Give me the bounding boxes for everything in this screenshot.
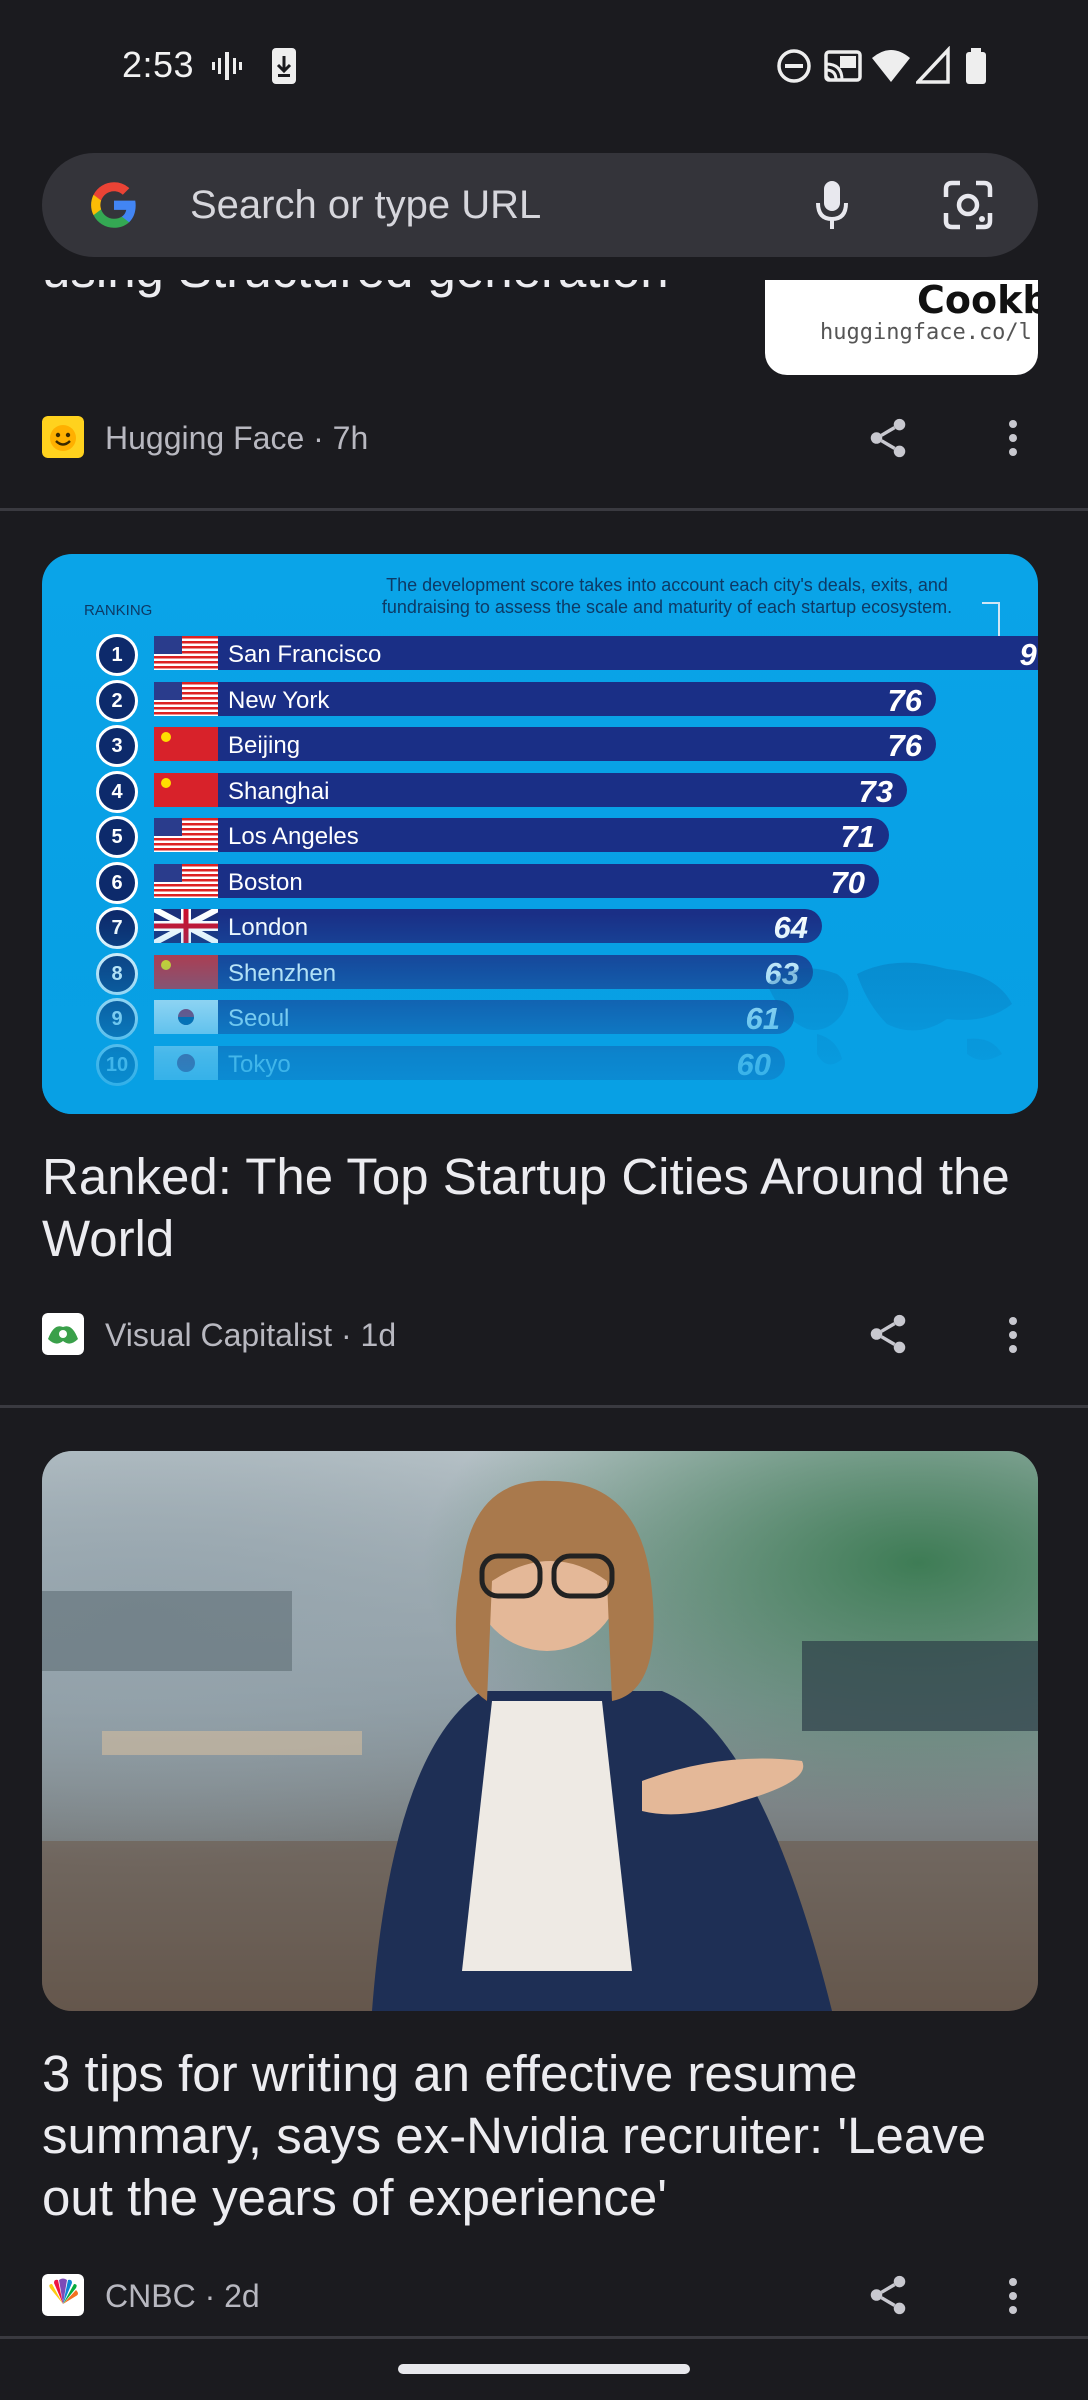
- score-bar: Shanghai 73: [218, 772, 907, 809]
- divider: [0, 1405, 1088, 1408]
- us-flag-icon: [154, 863, 218, 898]
- download-phone-icon: [272, 48, 296, 84]
- score-bar: Los Angeles 71: [218, 818, 889, 854]
- more-options-icon[interactable]: [1007, 1315, 1019, 1355]
- vibrate-icon: [212, 52, 242, 80]
- ranking-label: RANKING: [84, 602, 153, 619]
- article-thumbnail[interactable]: Cookb huggingface.co/l: [765, 280, 1038, 375]
- city-name: New York: [228, 686, 330, 714]
- score-bar: San Francisco 90: [218, 636, 1038, 672]
- article-image[interactable]: The development score takes into account…: [42, 554, 1038, 1114]
- woman-gesturing-illustration: [42, 1480, 1038, 2011]
- share-icon[interactable]: [865, 2272, 911, 2318]
- share-icon[interactable]: [865, 415, 911, 461]
- article-source: Visual Capitalist · 1d: [105, 1317, 397, 1353]
- hugging-face-favicon-icon: [42, 416, 84, 458]
- rank-number: 4: [96, 770, 138, 813]
- score-value: 90: [1019, 637, 1038, 672]
- google-logo-icon: [91, 182, 136, 228]
- us-flag-icon: [154, 681, 218, 716]
- article-image[interactable]: [42, 1451, 1038, 2011]
- score-value: 76: [887, 682, 922, 718]
- us-flag-icon: [154, 636, 218, 670]
- score-bar: Boston 70: [218, 863, 879, 900]
- status-bar: 2:53: [0, 0, 1088, 135]
- rank-number: 1: [96, 634, 138, 676]
- rank-number: 3: [96, 725, 138, 767]
- do-not-disturb-icon: [777, 49, 811, 83]
- city-name: Boston: [228, 868, 303, 896]
- score-value: 76: [887, 728, 922, 763]
- image-fade: [42, 914, 1038, 1114]
- home-indicator[interactable]: [398, 2364, 690, 2374]
- article-source: CNBC · 2d: [105, 2278, 260, 2314]
- status-time: 2:53: [122, 44, 195, 85]
- more-options-icon[interactable]: [1007, 418, 1019, 458]
- score-value: 73: [858, 773, 893, 809]
- thumbnail-url: huggingface.co/l: [820, 320, 1032, 345]
- wifi-icon: [872, 50, 910, 82]
- score-bar: New York 76: [218, 681, 936, 718]
- city-name: Los Angeles: [228, 823, 359, 850]
- article-title[interactable]: Ranked: The Top Startup Cities Around th…: [42, 1146, 1052, 1270]
- city-name: Beijing: [228, 732, 301, 759]
- cast-icon: [824, 50, 862, 82]
- microphone-icon[interactable]: [812, 177, 852, 233]
- divider: [0, 508, 1088, 511]
- score-bar: Beijing 76: [218, 727, 936, 763]
- visual-capitalist-favicon-icon: [42, 1313, 84, 1355]
- search-input[interactable]: Search or type URL: [190, 183, 541, 228]
- more-options-icon[interactable]: [1007, 2276, 1019, 2316]
- cn-flag-icon: [154, 727, 218, 761]
- rank-number: 5: [96, 816, 138, 858]
- article-title[interactable]: 3 tips for writing an effective resume s…: [42, 2043, 1052, 2229]
- google-lens-icon[interactable]: [940, 177, 996, 233]
- cn-flag-icon: [154, 772, 218, 807]
- city-name: San Francisco: [228, 641, 382, 668]
- score-value: 71: [840, 819, 875, 854]
- city-name: Shanghai: [228, 777, 330, 805]
- us-flag-icon: [154, 818, 218, 852]
- thumbnail-title: Cookb: [917, 280, 1038, 322]
- share-icon[interactable]: [865, 1311, 911, 1357]
- cnbc-favicon-icon: [42, 2274, 84, 2316]
- rank-number: 2: [96, 679, 138, 722]
- score-value: 70: [830, 864, 865, 900]
- divider: [0, 2336, 1088, 2339]
- battery-icon: [966, 48, 986, 84]
- rank-number: 6: [96, 861, 138, 904]
- toolbar: Search or type URL: [0, 135, 1088, 280]
- cellular-signal-icon: [916, 46, 950, 84]
- infographic-note: The development score takes into account…: [381, 575, 953, 617]
- search-bar[interactable]: Search or type URL: [42, 153, 1038, 257]
- article-source: Hugging Face · 7h: [105, 420, 369, 456]
